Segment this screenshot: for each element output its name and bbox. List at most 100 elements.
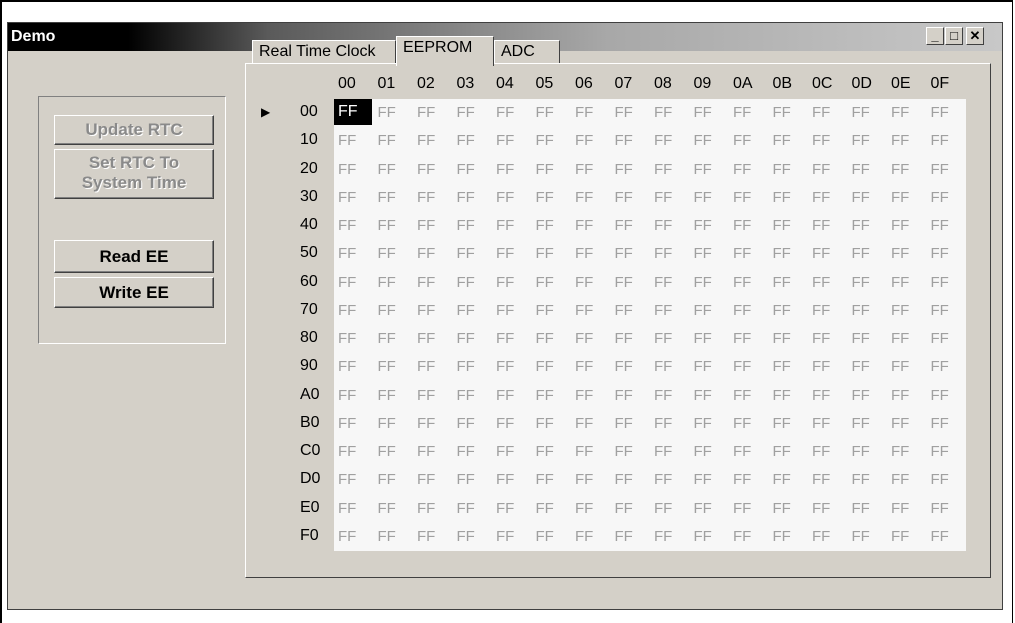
grid-cell[interactable]: FF	[694, 161, 712, 178]
grid-cell[interactable]: FF	[417, 528, 435, 545]
grid-cell[interactable]: FF	[812, 500, 830, 517]
grid-cell[interactable]: FF	[891, 245, 909, 262]
grid-cell[interactable]: FF	[457, 415, 475, 432]
grid-cell[interactable]: FF	[575, 217, 593, 234]
grid-cell[interactable]: FF	[812, 189, 830, 206]
grid-cell[interactable]: FF	[536, 245, 554, 262]
grid-cell[interactable]: FF	[536, 104, 554, 121]
grid-cell[interactable]: FF	[615, 528, 633, 545]
grid-cell[interactable]: FF	[338, 528, 356, 545]
grid-cell[interactable]: FF	[852, 245, 870, 262]
grid-cell[interactable]: FF	[417, 387, 435, 404]
grid-cell[interactable]: FF	[694, 245, 712, 262]
grid-cell[interactable]: FF	[615, 443, 633, 460]
grid-cell[interactable]: FF	[496, 217, 514, 234]
grid-cell[interactable]: FF	[496, 471, 514, 488]
grid-cell[interactable]: FF	[812, 415, 830, 432]
grid-cell[interactable]: FF	[457, 302, 475, 319]
grid-cell[interactable]: FF	[891, 528, 909, 545]
grid-cell[interactable]: FF	[654, 302, 672, 319]
grid-cell[interactable]: FF	[496, 330, 514, 347]
grid-cell[interactable]: FF	[378, 443, 396, 460]
grid-cell[interactable]: FF	[812, 443, 830, 460]
grid-cell[interactable]: FF	[694, 528, 712, 545]
grid-cell[interactable]: FF	[457, 387, 475, 404]
grid-cell[interactable]: FF	[417, 274, 435, 291]
grid-cell[interactable]: FF	[852, 161, 870, 178]
grid-cell[interactable]: FF	[891, 330, 909, 347]
grid-cell[interactable]: FF	[496, 528, 514, 545]
grid-cell[interactable]: FF	[654, 330, 672, 347]
grid-cell[interactable]: FF	[536, 330, 554, 347]
grid-cell[interactable]: FF	[496, 358, 514, 375]
grid-cell[interactable]: FF	[575, 302, 593, 319]
grid-cell[interactable]: FF	[496, 443, 514, 460]
grid-cell[interactable]: FF	[773, 161, 791, 178]
grid-cell[interactable]: FF	[852, 302, 870, 319]
grid-cell[interactable]: FF	[457, 104, 475, 121]
grid-cell[interactable]: FF	[852, 217, 870, 234]
grid-cell[interactable]: FF	[852, 471, 870, 488]
grid-cell[interactable]: FF	[378, 217, 396, 234]
grid-cell[interactable]: FF	[575, 330, 593, 347]
grid-cell[interactable]: FF	[852, 443, 870, 460]
grid-cell[interactable]: FF	[575, 528, 593, 545]
grid-cell[interactable]: FF	[891, 471, 909, 488]
grid-cell[interactable]: FF	[773, 189, 791, 206]
grid-cell[interactable]: FF	[378, 132, 396, 149]
grid-cell[interactable]: FF	[694, 274, 712, 291]
grid-cell[interactable]: FF	[615, 471, 633, 488]
grid-cell[interactable]: FF	[338, 274, 356, 291]
grid-cell[interactable]: FF	[496, 161, 514, 178]
grid-cell[interactable]: FF	[457, 528, 475, 545]
grid-cell[interactable]: FF	[931, 500, 949, 517]
grid-cell[interactable]: FF	[457, 132, 475, 149]
grid-cell[interactable]: FF	[496, 245, 514, 262]
grid-cell[interactable]: FF	[615, 415, 633, 432]
grid-cell[interactable]: FF	[733, 358, 751, 375]
grid-cell[interactable]: FF	[575, 387, 593, 404]
grid-cell[interactable]: FF	[931, 217, 949, 234]
grid-cell[interactable]: FF	[536, 387, 554, 404]
grid-cell[interactable]: FF	[654, 528, 672, 545]
grid-cell[interactable]: FF	[773, 132, 791, 149]
grid-cell[interactable]: FF	[536, 302, 554, 319]
grid-cell[interactable]: FF	[852, 274, 870, 291]
grid-cell[interactable]: FF	[536, 189, 554, 206]
grid-cell[interactable]: FF	[457, 471, 475, 488]
grid-cell[interactable]: FF	[812, 528, 830, 545]
grid-cell[interactable]: FF	[733, 302, 751, 319]
grid-cell[interactable]: FF	[733, 387, 751, 404]
grid-cell[interactable]: FF	[338, 132, 356, 149]
grid-cell[interactable]: FF	[733, 217, 751, 234]
grid-cell[interactable]: FF	[931, 189, 949, 206]
grid-cell[interactable]: FF	[536, 415, 554, 432]
grid-cell[interactable]: FF	[417, 132, 435, 149]
grid-cell[interactable]: FF	[615, 274, 633, 291]
grid-cell[interactable]: FF	[457, 245, 475, 262]
grid-cell[interactable]: FF	[496, 500, 514, 517]
grid-cell[interactable]: FF	[891, 161, 909, 178]
grid-cell[interactable]: FF	[733, 500, 751, 517]
grid-cell[interactable]: FF	[378, 161, 396, 178]
grid-cell[interactable]: FF	[773, 217, 791, 234]
grid-cell[interactable]: FF	[773, 471, 791, 488]
grid-cell[interactable]: FF	[654, 245, 672, 262]
grid-cell[interactable]: FF	[378, 387, 396, 404]
grid-cell[interactable]: FF	[417, 161, 435, 178]
grid-cell[interactable]: FF	[733, 274, 751, 291]
grid-cell[interactable]: FF	[852, 387, 870, 404]
grid-cell[interactable]: FF	[536, 217, 554, 234]
grid-cell[interactable]: FF	[378, 330, 396, 347]
grid-cell[interactable]: FF	[694, 189, 712, 206]
grid-cell[interactable]: FF	[694, 104, 712, 121]
grid-cell[interactable]: FF	[812, 302, 830, 319]
grid-cell[interactable]: FF	[457, 443, 475, 460]
grid-cell[interactable]: FF	[615, 189, 633, 206]
eeprom-grid[interactable]: 00 01 02 03 04 05 06 07 08 09 0A 0B 0C 0D 0E 0F 00 FF FF FF…	[253, 75, 967, 571]
grid-cell[interactable]: FF	[654, 500, 672, 517]
grid-cell[interactable]: FF	[338, 443, 356, 460]
grid-cell[interactable]: FF	[931, 358, 949, 375]
grid-cell[interactable]: FF	[338, 161, 356, 178]
grid-cell[interactable]: FF	[457, 217, 475, 234]
